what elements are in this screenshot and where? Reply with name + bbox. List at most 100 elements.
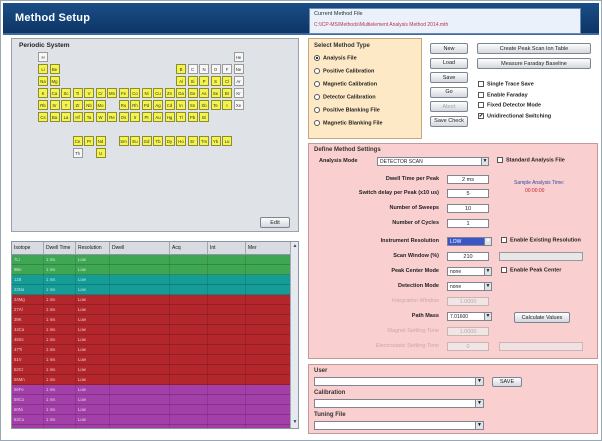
option-checkbox[interactable]: Fixed Detector Mode <box>478 102 541 108</box>
element-cl[interactable]: Cl <box>222 76 232 86</box>
calculate-values-button[interactable]: Calculate Values <box>514 312 570 323</box>
column-header[interactable]: Dwell Time <box>44 242 76 255</box>
element-mn[interactable]: Mn <box>107 88 117 98</box>
table-row[interactable]: 39K 1 ms Low <box>12 315 292 325</box>
element-cu[interactable]: Cu <box>153 88 163 98</box>
option-checkbox[interactable]: Enable Faraday <box>478 91 528 98</box>
peak-center-select[interactable]: none ▼ <box>447 267 492 276</box>
detection-mode-select[interactable]: none ▼ <box>447 282 492 291</box>
method-type-option[interactable]: Analysis File <box>314 55 357 61</box>
table-row[interactable]: 55Mn 1 ms Low <box>12 375 292 385</box>
element-ag[interactable]: Ag <box>153 100 163 110</box>
table-row[interactable]: 7Li 1 ms Low <box>12 255 292 265</box>
element-ar[interactable]: Ar <box>233 76 244 86</box>
element-ba[interactable]: Ba <box>49 112 60 122</box>
abort-button[interactable]: Abort <box>430 101 468 112</box>
standard-analysis-checkbox[interactable]: Standard Analysis File <box>497 157 565 163</box>
method-type-option[interactable]: Magnetic Calibration <box>314 81 377 87</box>
element-nd[interactable]: Nd <box>95 136 106 146</box>
element-s[interactable]: S <box>210 76 221 86</box>
element-cd[interactable]: Cd <box>164 100 175 110</box>
element-ce[interactable]: Ce <box>72 136 83 146</box>
edit-button[interactable]: Edit <box>260 217 290 228</box>
user-file-input[interactable]: ▼ <box>314 377 484 386</box>
element-tb[interactable]: Tb <box>153 136 163 146</box>
element-c[interactable]: C <box>187 64 198 74</box>
element-pt[interactable]: Pt <box>141 112 152 122</box>
element-hf[interactable]: Hf <box>72 112 83 122</box>
new-button[interactable]: New <box>430 43 468 54</box>
table-row[interactable]: 59Co 1 ms Low <box>12 395 292 405</box>
table-row[interactable]: 45Sc 1 ms Low <box>12 335 292 345</box>
element-th[interactable]: Th <box>72 148 83 158</box>
analysis-mode-select[interactable]: DETECTOR SCAN ▼ <box>377 157 489 166</box>
table-row[interactable]: 9Be 1 ms Low <box>12 265 292 275</box>
element-te[interactable]: Te <box>210 100 221 110</box>
element-in[interactable]: In <box>176 100 186 110</box>
element-ta[interactable]: Ta <box>84 112 94 122</box>
dwell-time-input[interactable]: 2 ms <box>447 175 489 184</box>
table-scrollbar[interactable]: ▲ ▼ <box>290 242 298 428</box>
element-re[interactable]: Re <box>107 112 117 122</box>
element-ni[interactable]: Ni <box>141 88 152 98</box>
sweeps-input[interactable]: 10 <box>447 204 489 213</box>
element-hg[interactable]: Hg <box>164 112 175 122</box>
table-row[interactable]: 47Ti 1 ms Low <box>12 345 292 355</box>
element-cr[interactable]: Cr <box>95 88 106 98</box>
element-bi[interactable]: Bi <box>199 112 209 122</box>
element-gd[interactable]: Gd <box>141 136 152 146</box>
resolution-select[interactable]: LOW ▼ <box>447 237 492 246</box>
element-he[interactable]: He <box>233 52 244 62</box>
column-header[interactable]: Acq <box>170 242 208 255</box>
column-header[interactable]: Dwell <box>110 242 170 255</box>
method-type-option[interactable]: Positive Calibration <box>314 68 374 74</box>
element-er[interactable]: Er <box>187 136 198 146</box>
table-row[interactable]: 52Cr 1 ms Low <box>12 365 292 375</box>
element-nb[interactable]: Nb <box>84 100 94 110</box>
element-lu[interactable]: Lu <box>222 136 232 146</box>
method-type-option[interactable]: Detector Calibration <box>314 94 376 100</box>
table-row[interactable]: 11B 1 ms Low <box>12 275 292 285</box>
element-o[interactable]: O <box>210 64 221 74</box>
table-row[interactable]: 51V 1 ms Low <box>12 355 292 365</box>
element-pr[interactable]: Pr <box>84 136 94 146</box>
element-os[interactable]: Os <box>118 112 129 122</box>
element-li[interactable]: Li <box>38 64 48 74</box>
element-sr[interactable]: Sr <box>49 100 60 110</box>
user-save-button[interactable]: SAVE <box>492 377 522 387</box>
element-p[interactable]: P <box>199 76 209 86</box>
element-eu[interactable]: Eu <box>130 136 140 146</box>
element-ca[interactable]: Ca <box>49 88 60 98</box>
save-check-button[interactable]: Save Check <box>430 115 468 127</box>
element-sb[interactable]: Sb <box>199 100 209 110</box>
element-ti[interactable]: Ti <box>72 88 83 98</box>
element-n[interactable]: N <box>199 64 209 74</box>
element-mo[interactable]: Mo <box>95 100 106 110</box>
element-pd[interactable]: Pd <box>141 100 152 110</box>
cycles-input[interactable]: 1 <box>447 219 489 228</box>
table-row[interactable]: 23Na 1 ms Low <box>12 285 292 295</box>
enable-resolution-checkbox[interactable]: Enable Existing Resolution <box>501 237 581 243</box>
save-button[interactable]: Save <box>430 72 468 83</box>
tuning-file-input[interactable]: ▼ <box>314 421 484 430</box>
scroll-up-icon[interactable]: ▲ <box>292 243 298 250</box>
table-row[interactable]: 60Ni 1 ms Low <box>12 405 292 415</box>
column-header[interactable]: Mer <box>246 242 292 255</box>
element-ho[interactable]: Ho <box>176 136 186 146</box>
element-f[interactable]: F <box>222 64 232 74</box>
scan-window-input[interactable]: 210 <box>447 252 489 261</box>
column-header[interactable]: Isotope <box>12 242 44 255</box>
element-h[interactable]: H <box>38 52 48 62</box>
element-zr[interactable]: Zr <box>72 100 83 110</box>
table-row[interactable]: 63Cu 1 ms Low <box>12 415 292 425</box>
load-button[interactable]: Load <box>430 57 468 69</box>
element-au[interactable]: Au <box>153 112 163 122</box>
scroll-down-icon[interactable]: ▼ <box>292 419 298 426</box>
table-row[interactable]: 56Fe 1 ms Low <box>12 385 292 395</box>
method-type-option[interactable]: Magnetic Blanking File <box>314 120 383 126</box>
element-w[interactable]: W <box>95 112 106 122</box>
column-header[interactable]: Resolution <box>76 242 110 255</box>
element-ir[interactable]: Ir <box>130 112 140 122</box>
element-ru[interactable]: Ru <box>118 100 129 110</box>
table-row[interactable]: 24Mg 1 ms Low <box>12 295 292 305</box>
